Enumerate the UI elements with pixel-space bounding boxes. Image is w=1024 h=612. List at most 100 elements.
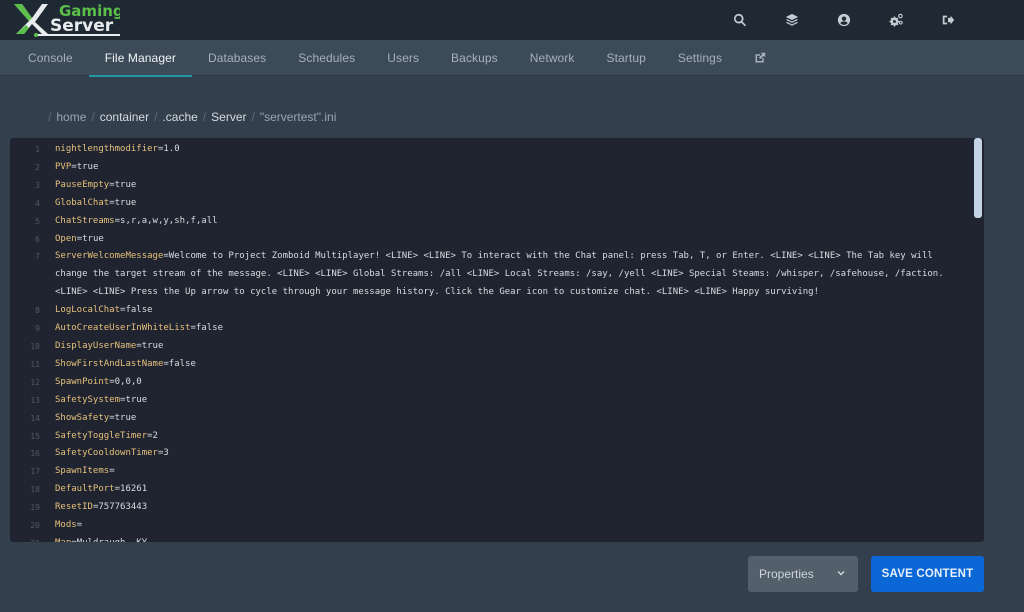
user-circle-icon [837, 13, 851, 27]
line-number: 6 [35, 234, 40, 244]
config-key: PauseEmpty [55, 179, 110, 190]
config-key: ChatStreams [55, 215, 115, 226]
admin-button[interactable] [870, 0, 922, 40]
logo-mark-icon: Gaming Server [14, 2, 124, 37]
line-code: LogLocalChat=false [40, 302, 945, 320]
tab-label: Databases [207, 51, 267, 65]
line-code: DisplayUserName=true [40, 338, 945, 356]
editor-scrollbar[interactable] [974, 138, 982, 218]
line-number: 14 [30, 413, 40, 423]
file-mode-selected: Properties [759, 567, 814, 581]
line-code: nightlengthmodifier=1.0 [40, 141, 945, 159]
config-value: true [114, 179, 137, 190]
account-button[interactable] [818, 0, 870, 40]
servers-button[interactable] [766, 0, 818, 40]
config-key: AutoCreateUserInWhiteList [55, 323, 191, 334]
equals-sign: = [76, 520, 83, 531]
equals-sign: = [109, 466, 115, 477]
editor-line: 14 ShowSafety=true [10, 410, 974, 428]
line-number: 3 [35, 180, 40, 190]
nav-tabs: Console File Manager Databases Schedules… [0, 40, 1024, 77]
config-key: SafetySystem [55, 394, 121, 405]
line-number: 21 [10, 535, 40, 542]
search-button[interactable] [714, 0, 766, 40]
line-code: AutoCreateUserInWhiteList=false [40, 320, 945, 338]
editor-line: 10 DisplayUserName=true [10, 338, 974, 356]
tab-startup[interactable]: Startup [591, 40, 662, 76]
config-value: true [141, 340, 164, 351]
config-key: PVP [55, 161, 72, 172]
editor-line: 4 GlobalChat=true [10, 195, 974, 213]
config-value: 757763443 [98, 502, 148, 513]
tab-external-link[interactable] [738, 40, 782, 76]
breadcrumb-separator: / [251, 110, 255, 124]
line-code: GlobalChat=true [40, 195, 945, 213]
tab-label: Startup [606, 51, 646, 65]
layers-icon [785, 13, 799, 26]
config-key: Mods [55, 520, 77, 531]
gaming-server-logo[interactable]: Gaming Server [10, 0, 124, 40]
line-number: 13 [30, 395, 40, 405]
line-number: 4 [35, 198, 40, 208]
line-code: ResetID=757763443 [40, 499, 945, 517]
config-key: SpawnPoint [55, 376, 110, 387]
config-key: DisplayUserName [55, 340, 137, 351]
config-key: ServerWelcomeMessage [55, 251, 164, 262]
line-number: 7 [35, 252, 40, 262]
editor-line: 2 PVP=true [10, 159, 974, 177]
line-code: SpawnPoint=0,0,0 [40, 374, 945, 392]
tab-users[interactable]: Users [371, 40, 435, 76]
editor-line: 9 AutoCreateUserInWhiteList=false [10, 320, 974, 338]
line-number: 5 [35, 216, 40, 226]
config-value: false [168, 358, 196, 369]
config-key: DefaultPort [55, 484, 115, 495]
line-number: 8 [35, 306, 40, 316]
chevron-down-icon [837, 571, 845, 576]
tab-label: Schedules [298, 51, 356, 65]
config-value: true [82, 233, 104, 244]
breadcrumb-separator: / [48, 110, 52, 124]
editor-line: 8 LogLocalChat=false [10, 302, 974, 320]
code-editor[interactable]: 1 nightlengthmodifier=1.0 2 PVP=true 3 PauseE… [10, 138, 984, 542]
editor-line: 13 SafetySystem=true [10, 392, 974, 410]
config-key: LogLocalChat [55, 305, 121, 316]
config-value: false [195, 323, 223, 334]
top-icon-group [714, 0, 974, 40]
config-value: true [114, 197, 137, 208]
config-value: true [76, 161, 99, 172]
tab-network[interactable]: Network [514, 40, 591, 76]
line-code: Mods= [40, 517, 945, 535]
tab-label: Settings [677, 51, 723, 65]
tab-backups[interactable]: Backups [435, 40, 514, 76]
logout-button[interactable] [922, 0, 974, 40]
breadcrumb-home[interactable]: home [56, 110, 86, 124]
line-code: Open=true [40, 231, 945, 249]
editor-line: 1 nightlengthmodifier=1.0 [10, 141, 974, 159]
line-number: 19 [30, 503, 40, 513]
tab-console[interactable]: Console [12, 40, 89, 76]
file-mode-select[interactable]: Properties [748, 556, 858, 592]
tab-schedules[interactable]: Schedules [282, 40, 371, 76]
line-number: 9 [35, 324, 40, 334]
line-number: 1 [35, 145, 40, 154]
line-code: SafetySystem=true [40, 392, 945, 410]
tab-label: File Manager [104, 51, 176, 65]
server-nav-bar: Console File Manager Databases Schedules… [0, 40, 1024, 77]
svg-text:Server: Server [50, 16, 114, 36]
tab-databases[interactable]: Databases [192, 40, 282, 76]
editor-line: 5 ChatStreams=s,r,a,w,y,sh,f,all [10, 213, 974, 231]
breadcrumb-container[interactable]: container [100, 110, 149, 124]
save-content-button[interactable]: SAVE CONTENT [871, 556, 984, 592]
line-number: 2 [35, 162, 40, 172]
config-value: Muldraugh, KY [77, 538, 147, 542]
config-value: 16261 [120, 484, 148, 495]
tab-file-manager[interactable]: File Manager [88, 40, 193, 77]
editor-line: 19 ResetID=757763443 [10, 499, 974, 517]
line-code: PauseEmpty=true [40, 177, 945, 195]
tab-settings[interactable]: Settings [662, 40, 738, 76]
breadcrumb-cache[interactable]: .cache [162, 110, 197, 124]
config-key: Map [55, 538, 71, 542]
config-key: SafetyToggleTimer [55, 430, 148, 441]
breadcrumb-server[interactable]: Server [211, 110, 246, 124]
editor-line: 15 SafetyToggleTimer=2 [10, 428, 974, 446]
